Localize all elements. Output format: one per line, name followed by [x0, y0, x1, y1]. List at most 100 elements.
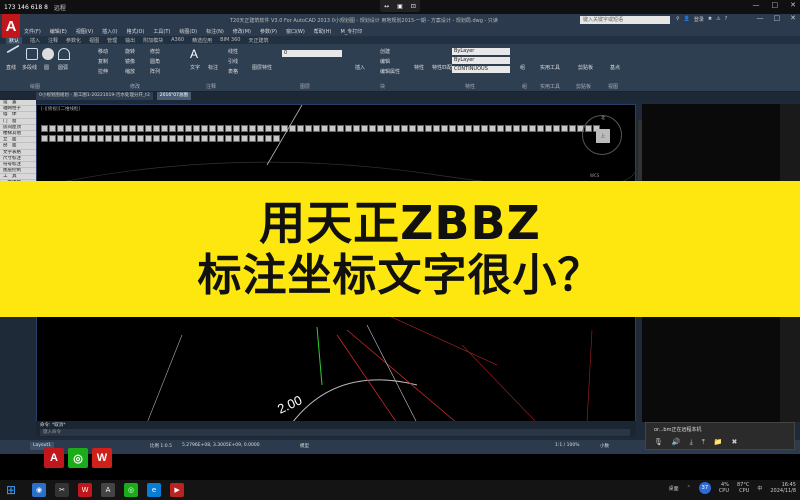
menu-parametric[interactable]: 参数(P) — [260, 28, 277, 35]
scale-button[interactable]: 缩放 — [125, 68, 135, 75]
scale-readout[interactable]: 比例 1:0.5 — [150, 443, 172, 449]
menu-help[interactable]: 帮助(H) — [314, 28, 332, 35]
wps-taskbar-icon[interactable]: W — [78, 483, 93, 497]
dimension-button[interactable]: 标注 — [208, 64, 218, 71]
tab-view[interactable]: 视图 — [89, 37, 99, 44]
line-button[interactable]: 直线 — [6, 64, 16, 71]
remote-window-icon[interactable]: ⊡ — [411, 3, 416, 10]
move-button[interactable]: 移动 — [98, 48, 108, 55]
stretch-button[interactable]: 拉伸 — [98, 68, 108, 75]
windows-start-icon[interactable]: ⊞ — [6, 483, 16, 497]
tab-insert[interactable]: 插入 — [30, 37, 40, 44]
close-button[interactable]: ✕ — [790, 14, 796, 22]
capcut-icon[interactable]: ✂ — [55, 483, 70, 497]
maximize-button[interactable]: □ — [774, 14, 781, 22]
tab-a360[interactable]: A360 — [171, 37, 184, 43]
speaker-icon[interactable]: 🔊 — [672, 438, 681, 447]
lineweight-combo[interactable]: ByLayer — [452, 57, 510, 64]
download-icon[interactable]: ⤓ — [690, 438, 693, 447]
autocad-app-icon[interactable]: A — [44, 448, 64, 468]
menu-format[interactable]: 格式(O) — [127, 28, 145, 35]
copy-button[interactable]: 复制 — [98, 58, 108, 65]
menu-view[interactable]: 视图(V) — [76, 28, 93, 35]
menu-window[interactable]: 窗口(W) — [286, 28, 305, 35]
autocad-taskbar-icon[interactable]: A — [101, 483, 116, 497]
utilities-button[interactable]: 实用工具 — [540, 64, 560, 71]
tab-annotate[interactable]: 注释 — [48, 37, 58, 44]
autocad-logo[interactable]: A — [2, 14, 20, 38]
circle-button[interactable]: 圆 — [44, 64, 49, 71]
insert-block-button[interactable]: 插入 — [355, 64, 365, 71]
remote-screen-icon[interactable]: ▣ — [397, 3, 403, 10]
menu-print[interactable]: M_专打印 — [340, 28, 362, 35]
tab-addins[interactable]: 附加模块 — [143, 37, 163, 44]
arc-button[interactable]: 圆弧 — [58, 64, 68, 71]
edge-taskbar-icon[interactable]: e — [147, 483, 162, 497]
menu-edit[interactable]: 编辑(E) — [50, 28, 67, 35]
color-combo[interactable]: ByLayer — [452, 48, 510, 55]
properties-button[interactable]: 特性 — [414, 64, 424, 71]
remote-app-icon[interactable]: ▶ — [170, 483, 185, 497]
menu-modify[interactable]: 修改(M) — [233, 28, 251, 35]
mirror-button[interactable]: 镜像 — [125, 58, 135, 65]
command-input[interactable]: 键入命令 — [40, 429, 630, 436]
linear-button[interactable]: 线性 — [228, 48, 238, 55]
polyline-button[interactable]: 多段线 — [22, 64, 37, 71]
menu-dimension[interactable]: 标注(N) — [206, 28, 224, 35]
edit-attributes-button[interactable]: 编辑属性 — [380, 68, 400, 75]
doc-tab-main[interactable]: 0小规划图规划 - 施工图1-20221019-污水处理分开_t3 — [36, 92, 153, 100]
wps-icon[interactable]: W — [92, 448, 112, 468]
rotate-button[interactable]: 旋转 — [125, 48, 135, 55]
fillet-button[interactable]: 圆角 — [150, 58, 160, 65]
model-space-button[interactable]: 模型 — [300, 443, 309, 449]
text-button[interactable]: 文字 — [190, 64, 200, 71]
folder-icon[interactable]: 📁 — [714, 438, 723, 447]
remote-maximize-button[interactable]: □ — [772, 1, 779, 9]
remote-close-button[interactable]: ✕ — [790, 1, 796, 9]
menu-insert[interactable]: 插入(I) — [102, 28, 117, 35]
leader-button[interactable]: 引线 — [228, 58, 238, 65]
doc-tab-site-plan[interactable]: 2016"07总图 — [156, 92, 191, 100]
linetype-combo[interactable]: CONTINUOUS — [452, 66, 510, 73]
menu-tools[interactable]: 工具(T) — [153, 28, 170, 35]
sign-in-button[interactable]: 登录 — [694, 16, 704, 23]
show-desktop-button[interactable]: 桌面 — [669, 485, 679, 492]
edit-block-button[interactable]: 编辑 — [380, 58, 390, 65]
table-button[interactable]: 表格 — [228, 68, 238, 75]
search-icon[interactable]: ⚲ — [676, 16, 680, 23]
notification-badge[interactable]: 37 — [698, 482, 711, 494]
text-icon[interactable]: A — [190, 48, 202, 60]
help-icon[interactable]: ? — [725, 16, 728, 23]
remote-switch-icon[interactable]: ↔ — [384, 3, 389, 10]
annotation-scale-readout[interactable]: 1:1 / 100% — [555, 443, 579, 448]
viewcube[interactable]: 北 上 — [582, 115, 622, 155]
group-button[interactable]: 组 — [520, 64, 525, 71]
menu-draw[interactable]: 绘图(D) — [179, 28, 197, 35]
user-icon[interactable]: 👤 — [684, 16, 690, 23]
paste-button[interactable]: 剪贴板 — [578, 64, 593, 71]
tab-featured[interactable]: 精选应用 — [192, 37, 212, 44]
layer-combo[interactable]: 0 — [282, 50, 342, 57]
create-block-button[interactable]: 创建 — [380, 48, 390, 55]
match-properties-button[interactable]: 特性匹配 — [432, 64, 452, 71]
arc-icon[interactable] — [58, 48, 70, 60]
help-search-input[interactable]: 键入关键字或短语 — [580, 16, 670, 24]
tab-parametric[interactable]: 参数化 — [66, 37, 81, 44]
upload-icon[interactable]: ⤒ — [702, 438, 705, 447]
alert-icon[interactable]: ⚠ — [716, 16, 720, 23]
polyline-icon[interactable] — [26, 48, 38, 60]
array-button[interactable]: 阵列 — [150, 68, 160, 75]
trim-button[interactable]: 修剪 — [150, 48, 160, 55]
viewcube-top-face[interactable]: 上 — [596, 129, 610, 143]
tab-output[interactable]: 输出 — [125, 37, 135, 44]
tray-overflow-icon[interactable]: ⌃ — [687, 485, 691, 491]
clock[interactable]: 16:45 2024/11/8 — [770, 482, 796, 494]
tab-manage[interactable]: 管理 — [107, 37, 117, 44]
exchange-icon[interactable]: ✖ — [708, 16, 712, 23]
wechat-icon[interactable]: ◎ — [68, 448, 88, 468]
units-readout[interactable]: 小数 — [600, 443, 609, 449]
wechat-taskbar-icon[interactable]: ◎ — [124, 483, 139, 497]
end-session-icon[interactable]: ✖ — [732, 438, 738, 447]
input-method[interactable]: 中 — [757, 485, 762, 492]
line-icon[interactable] — [6, 44, 20, 54]
